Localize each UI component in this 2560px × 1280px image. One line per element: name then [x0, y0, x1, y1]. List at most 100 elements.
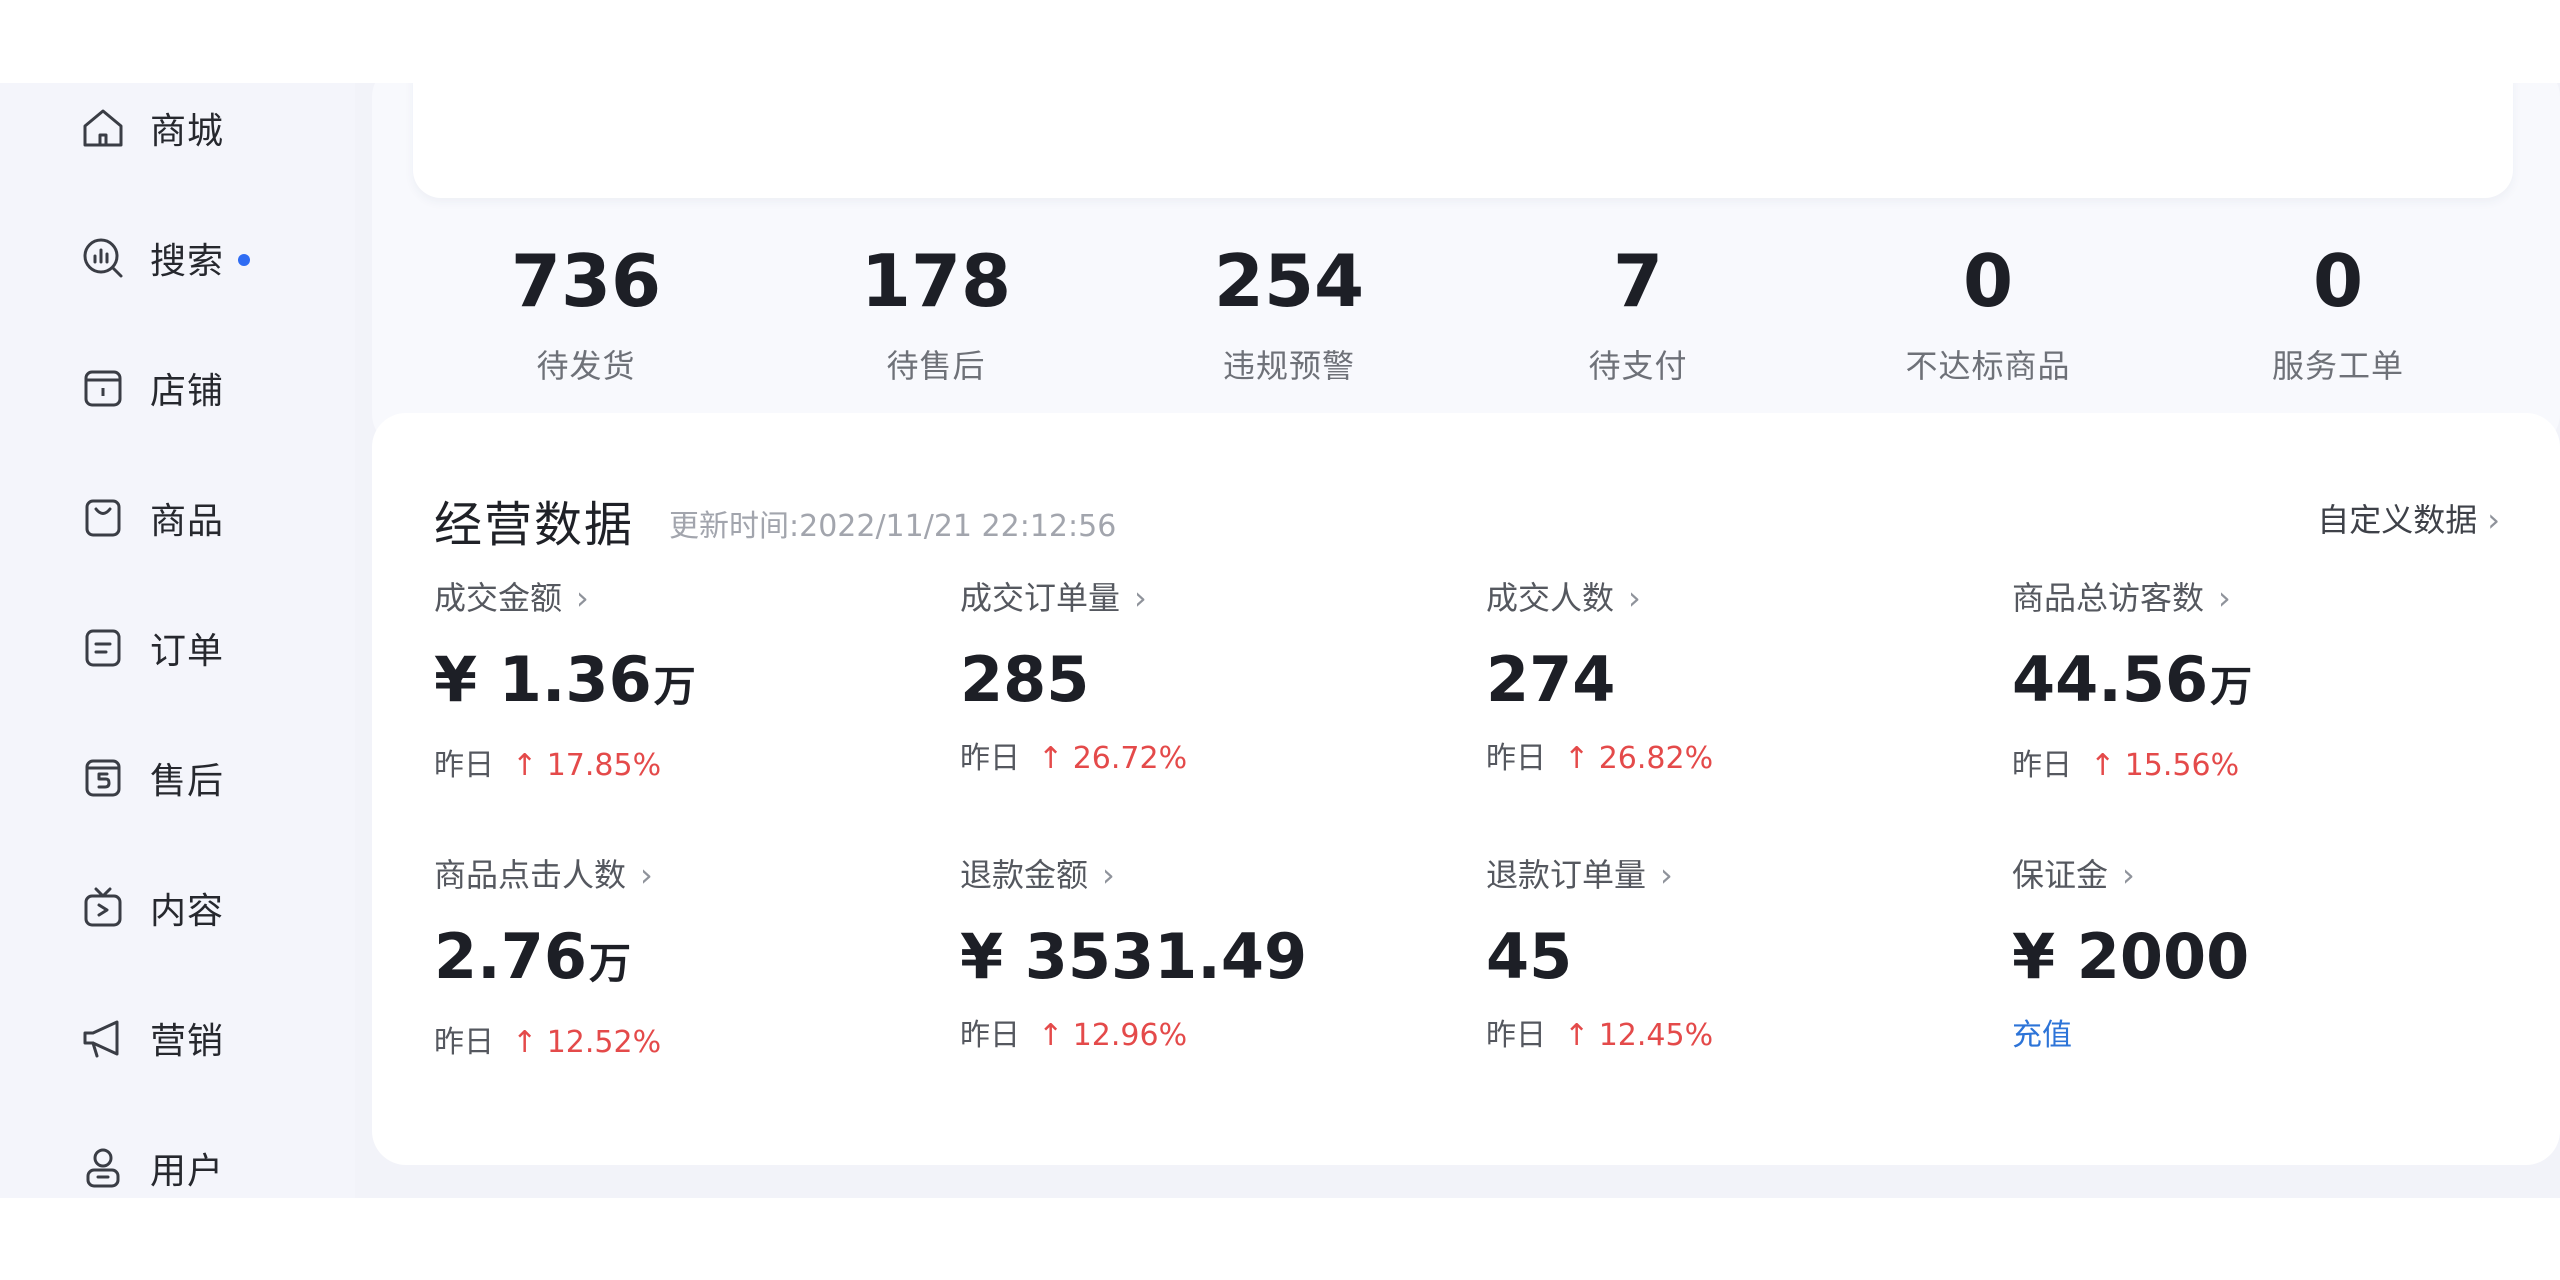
sidebar-item-orders[interactable]: 订单 — [78, 618, 224, 678]
chevron-right-icon: › — [640, 856, 653, 894]
sidebar-item-users[interactable]: 用户 — [78, 1138, 224, 1198]
notification-dot — [238, 254, 251, 266]
metric-change: 昨日 ↑ 26.82% — [1486, 741, 1714, 776]
stat-value: 178 — [860, 239, 1012, 323]
pending-stats-card: 736 待发货 178 待售后 254 违规预警 7 待支付 0 不达标商品 0… — [372, 83, 2560, 448]
home-icon — [78, 103, 128, 153]
store-icon — [78, 363, 128, 413]
update-time: 更新时间:2022/11/21 22:12:56 — [669, 509, 1117, 544]
metric-change: 昨日 ↑ 15.56% — [2012, 748, 2240, 783]
stat-after-sales[interactable]: 178 待售后 — [786, 241, 1086, 387]
stat-label: 违规预警 — [1222, 347, 1355, 385]
metric-label[interactable]: 退款订单量 › — [1486, 850, 1946, 896]
metric-value: 45 — [1486, 920, 1573, 993]
stat-violation-warning[interactable]: 254 违规预警 — [1139, 241, 1439, 387]
stat-value: 0 — [2312, 239, 2364, 323]
sidebar-item-label: 商城 — [150, 111, 225, 152]
metric-transaction-amount: 成交金额 › ¥ 1.36万 昨日 ↑ 17.85% — [434, 573, 894, 784]
top-card-edge — [413, 83, 2513, 198]
sidebar-item-store[interactable]: 店铺 — [78, 358, 224, 418]
arrow-up-icon: ↑ — [512, 748, 538, 783]
metric-change: 昨日 ↑ 12.45% — [1486, 1018, 1714, 1053]
stat-label: 待发货 — [536, 347, 636, 385]
sidebar: 商城 搜索 店铺 商品 订单 售后 内容 营销 用户 — [0, 83, 355, 1198]
chevron-right-icon: › — [2218, 579, 2231, 617]
after-sales-icon — [78, 753, 128, 803]
stat-value: 254 — [1213, 239, 1365, 323]
sidebar-item-label: 店铺 — [150, 371, 225, 412]
metric-value: ¥ 1.36万 — [434, 643, 696, 716]
arrow-up-icon: ↑ — [2090, 748, 2116, 783]
sidebar-item-label: 用户 — [150, 1151, 225, 1192]
stat-label: 待支付 — [1588, 347, 1688, 385]
metric-refund-amount: 退款金额 › ¥ 3531.49 昨日 ↑ 12.96% — [960, 850, 1420, 1054]
stat-label: 服务工单 — [2271, 347, 2404, 385]
business-data-card: 经营数据 更新时间:2022/11/21 22:12:56 自定义数据 › 成交金… — [372, 413, 2560, 1165]
stat-value: 7 — [1612, 239, 1664, 323]
stat-value: 0 — [1962, 239, 2014, 323]
metric-value: 44.56万 — [2012, 643, 2253, 716]
metric-buyer-count: 成交人数 › 274 昨日 ↑ 26.82% — [1486, 573, 1946, 777]
sidebar-item-label: 售后 — [150, 761, 225, 802]
metric-product-visitors: 商品总访客数 › 44.56万 昨日 ↑ 15.56% — [2012, 573, 2472, 784]
chevron-right-icon: › — [1102, 856, 1115, 894]
sidebar-item-content[interactable]: 内容 — [78, 878, 224, 938]
stat-to-ship[interactable]: 736 待发货 — [436, 241, 736, 387]
content-tv-icon — [78, 883, 128, 933]
metric-change: 昨日 ↑ 12.52% — [434, 1025, 662, 1060]
arrow-up-icon: ↑ — [1564, 741, 1590, 776]
metric-change: 昨日 ↑ 12.96% — [960, 1018, 1188, 1053]
metric-label[interactable]: 退款金额 › — [960, 850, 1420, 896]
chevron-right-icon: › — [1134, 579, 1147, 617]
sidebar-item-after-sales[interactable]: 售后 — [78, 748, 224, 808]
sidebar-item-marketing[interactable]: 营销 — [78, 1008, 224, 1068]
custom-data-label: 自定义数据 — [2317, 501, 2478, 539]
arrow-up-icon: ↑ — [1038, 1018, 1064, 1053]
sidebar-item-mall[interactable]: 商城 — [78, 98, 224, 158]
metric-label[interactable]: 商品总访客数 › — [2012, 573, 2472, 619]
arrow-up-icon: ↑ — [1038, 741, 1064, 776]
user-icon — [78, 1143, 128, 1193]
metric-product-clicks: 商品点击人数 › 2.76万 昨日 ↑ 12.52% — [434, 850, 894, 1061]
megaphone-icon — [78, 1013, 128, 1063]
metric-order-count: 成交订单量 › 285 昨日 ↑ 26.72% — [960, 573, 1420, 777]
sidebar-item-label: 订单 — [150, 631, 225, 672]
stat-to-pay[interactable]: 7 待支付 — [1488, 241, 1788, 387]
stat-service-tickets[interactable]: 0 服务工单 — [2188, 241, 2488, 387]
metric-value: 274 — [1486, 643, 1616, 716]
chevron-right-icon: › — [2122, 856, 2135, 894]
app-frame: 商城 搜索 店铺 商品 订单 售后 内容 营销 用户 736 待发货 178 待… — [0, 83, 2560, 1198]
chevron-right-icon: › — [1660, 856, 1673, 894]
sidebar-item-label: 内容 — [150, 891, 225, 932]
stat-label: 不达标商品 — [1905, 347, 2071, 385]
metric-value: ¥ 2000 — [2012, 920, 2250, 993]
metric-label[interactable]: 成交订单量 › — [960, 573, 1420, 619]
sidebar-item-label: 搜索 — [150, 241, 225, 282]
metric-value: 2.76万 — [434, 920, 631, 993]
recharge-link[interactable]: 充值 — [2012, 1010, 2472, 1054]
metric-value: ¥ 3531.49 — [960, 920, 1308, 993]
stat-label: 待售后 — [886, 347, 986, 385]
stat-value: 736 — [510, 239, 662, 323]
sidebar-item-products[interactable]: 商品 — [78, 488, 224, 548]
metric-label[interactable]: 成交人数 › — [1486, 573, 1946, 619]
metric-label[interactable]: 保证金 › — [2012, 850, 2472, 896]
stat-substandard-products[interactable]: 0 不达标商品 — [1838, 241, 2138, 387]
metric-change: 昨日 ↑ 17.85% — [434, 748, 662, 783]
sidebar-item-label: 营销 — [150, 1021, 225, 1062]
metric-label[interactable]: 商品点击人数 › — [434, 850, 894, 896]
custom-data-link[interactable]: 自定义数据 › — [2317, 495, 2500, 541]
chevron-right-icon: › — [1628, 579, 1641, 617]
chevron-right-icon: › — [576, 579, 589, 617]
metric-change: 昨日 ↑ 26.72% — [960, 741, 1188, 776]
card-title: 经营数据 — [434, 497, 635, 553]
metric-label[interactable]: 成交金额 › — [434, 573, 894, 619]
metric-refund-orders: 退款订单量 › 45 昨日 ↑ 12.45% — [1486, 850, 1946, 1054]
sidebar-item-search[interactable]: 搜索 — [78, 228, 251, 288]
search-icon — [78, 233, 128, 283]
arrow-up-icon: ↑ — [1564, 1018, 1590, 1053]
product-bag-icon — [78, 493, 128, 543]
sidebar-item-label: 商品 — [150, 501, 225, 542]
order-list-icon — [78, 623, 128, 673]
metric-deposit: 保证金 › ¥ 2000 充值 — [2012, 850, 2472, 1054]
